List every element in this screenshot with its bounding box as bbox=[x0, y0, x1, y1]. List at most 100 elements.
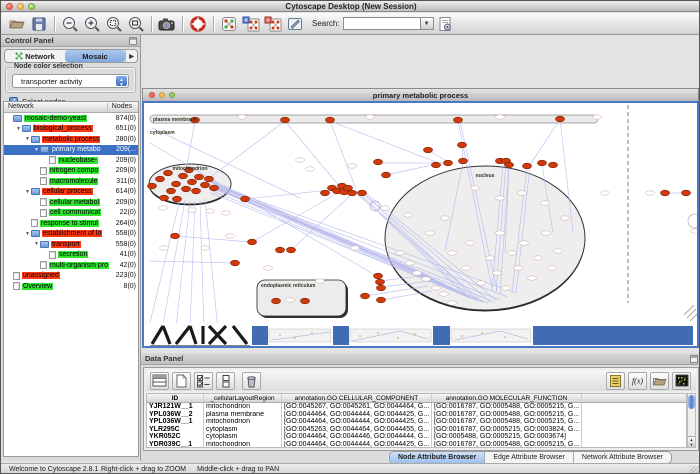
graph-node[interactable] bbox=[377, 285, 386, 291]
open-session-button[interactable] bbox=[7, 14, 27, 34]
column-header[interactable] bbox=[582, 394, 686, 402]
graph-node[interactable] bbox=[241, 196, 250, 202]
float-data-panel-icon[interactable] bbox=[690, 355, 698, 363]
graph-node[interactable] bbox=[424, 147, 433, 153]
graph-node[interactable] bbox=[682, 190, 691, 196]
column-header[interactable]: annotation.GO MOLECULAR_FUNCTION bbox=[432, 394, 582, 402]
resize-grip[interactable] bbox=[690, 466, 700, 474]
tab-mosaic[interactable]: Mosaic bbox=[65, 50, 125, 62]
network-canvas-svg[interactable]: plasma membranecytoplasmmitochondrionnuc… bbox=[144, 103, 697, 348]
attribute-table-button[interactable] bbox=[150, 372, 169, 390]
tree-row-biological-process[interactable]: ▼biological_process651(0) bbox=[4, 124, 138, 135]
graph-node[interactable] bbox=[556, 116, 565, 122]
tree-row-response-to-stimul[interactable]: response to stimul264(0) bbox=[4, 218, 138, 229]
tree-row-macromolecule[interactable]: macromolecule311(0) bbox=[4, 176, 138, 187]
table-scrollbar[interactable]: ▲▼ bbox=[687, 393, 696, 448]
tree-row-multi-organism-pro[interactable]: multi-organism pro42(0) bbox=[4, 260, 138, 271]
tree-row-nucleobase-[interactable]: nucleobase-209(0) bbox=[4, 155, 138, 166]
tree-col-nodes[interactable]: Nodes bbox=[107, 103, 132, 110]
tree-row-overview[interactable]: Overview8(0) bbox=[4, 281, 138, 292]
tree-col-network[interactable]: Network bbox=[8, 103, 34, 110]
search-dropdown-button[interactable]: ▼ bbox=[421, 17, 434, 30]
tab-edge-attribute-browser[interactable]: Edge Attribute Browser bbox=[485, 452, 574, 463]
graph-node[interactable] bbox=[454, 117, 463, 123]
tree-row-cellular-process[interactable]: ▼cellular process614(0) bbox=[4, 187, 138, 198]
zoom-in-button[interactable] bbox=[82, 14, 102, 34]
zoom-out-button[interactable] bbox=[60, 14, 80, 34]
scrollbar-thumb[interactable] bbox=[688, 395, 695, 409]
tree-row-primary-metabo[interactable]: ▼primary metabo209(... bbox=[4, 145, 138, 156]
scrollbar-arrows[interactable]: ▲▼ bbox=[688, 436, 695, 447]
tree-row-establishment-of-lo[interactable]: ▼establishment of lo558(0) bbox=[4, 229, 138, 240]
graph-node[interactable] bbox=[276, 247, 285, 253]
graph-node[interactable] bbox=[301, 298, 310, 304]
graph-node[interactable] bbox=[374, 159, 383, 165]
tree-header[interactable]: Network Nodes bbox=[4, 102, 138, 113]
window-titlebar[interactable]: Cytoscape Desktop (New Session) bbox=[1, 1, 700, 12]
column-header[interactable]: _cellularLayoutRegion bbox=[204, 394, 282, 402]
graph-node[interactable] bbox=[538, 160, 547, 166]
graph-node[interactable] bbox=[188, 179, 197, 185]
tree-row-cellular-metabol[interactable]: cellular metabol209(0) bbox=[4, 197, 138, 208]
expand-arrow-icon[interactable]: ▼ bbox=[15, 126, 22, 132]
graph-node[interactable] bbox=[210, 185, 219, 191]
notes-button[interactable] bbox=[606, 372, 625, 390]
expand-arrow-icon[interactable]: ▼ bbox=[33, 147, 40, 153]
tree-row-metabolic-process[interactable]: ▼metabolic process280(0) bbox=[4, 134, 138, 145]
annotations-button[interactable] bbox=[285, 14, 305, 34]
graph-node[interactable] bbox=[164, 170, 173, 176]
graph-node[interactable] bbox=[160, 195, 169, 201]
graph-node[interactable] bbox=[182, 186, 191, 192]
table-row[interactable]: YPL036W__1mitochondrion[GO:0044464, GO:0… bbox=[147, 418, 686, 426]
tab-network[interactable]: Network bbox=[5, 50, 65, 62]
expand-arrow-icon[interactable]: ▼ bbox=[24, 231, 31, 237]
table-row[interactable]: YDR039C__1mitochondrion[GO:0044464, GO:0… bbox=[147, 441, 686, 449]
tree-row-secretion[interactable]: secretion41(0) bbox=[4, 250, 138, 261]
graph-node[interactable] bbox=[179, 173, 188, 179]
delete-attribute-button[interactable] bbox=[242, 372, 261, 390]
graph-node[interactable] bbox=[287, 247, 296, 253]
graph-node[interactable] bbox=[281, 117, 290, 123]
graph-node[interactable] bbox=[321, 190, 330, 196]
graph-node[interactable] bbox=[192, 188, 201, 194]
snapshot-button[interactable] bbox=[157, 14, 177, 34]
tab-node-attribute-browser[interactable]: Node Attribute Browser bbox=[390, 452, 485, 463]
table-row[interactable]: YJR121W__1mitochondrion[GO:0045267, GO:0… bbox=[147, 403, 686, 411]
table-row[interactable]: YPL036W__2plasma membrane[GO:0044464, GO… bbox=[147, 411, 686, 419]
tree-row-transport[interactable]: ▼transport558(0) bbox=[4, 239, 138, 250]
table-row[interactable]: YLR295Ccytoplasm[GO:0045263, GO:0044464,… bbox=[147, 426, 686, 434]
graph-node[interactable] bbox=[326, 117, 335, 123]
graph-node[interactable] bbox=[171, 233, 180, 239]
graph-node[interactable] bbox=[376, 279, 385, 285]
save-session-button[interactable] bbox=[29, 14, 49, 34]
attribute-table[interactable]: ID_cellularLayoutRegionannotation.GO CEL… bbox=[146, 393, 687, 448]
tree-row-mosaic-demo-yeast[interactable]: mosaic-demo-yeast874(0) bbox=[4, 113, 138, 124]
graph-node[interactable] bbox=[172, 181, 181, 187]
column-header[interactable]: annotation.GO CELLULAR_COMPONENT bbox=[282, 394, 432, 402]
network-window-titlebar[interactable]: primary metabolic process bbox=[142, 88, 699, 101]
graph-node[interactable] bbox=[361, 293, 370, 299]
search-input[interactable] bbox=[343, 17, 421, 30]
tab-network-attribute-browser[interactable]: Network Attribute Browser bbox=[574, 452, 671, 463]
graph-node[interactable] bbox=[459, 158, 468, 164]
expand-arrow-icon[interactable]: ▼ bbox=[24, 136, 31, 142]
attribute-layout-button[interactable] bbox=[216, 372, 235, 390]
table-row[interactable]: YKR052Ccytoplasm[GO:0044464, GO:0044446,… bbox=[147, 433, 686, 441]
formula-button[interactable]: f(x) bbox=[628, 372, 647, 390]
graph-node[interactable] bbox=[358, 190, 367, 196]
select-attributes-button[interactable] bbox=[194, 372, 213, 390]
import-attributes-button[interactable] bbox=[650, 372, 669, 390]
tab-overflow-button[interactable]: ▶ bbox=[125, 50, 137, 62]
graph-node[interactable] bbox=[148, 183, 157, 189]
expand-arrow-icon[interactable]: ▼ bbox=[24, 189, 31, 195]
graph-node[interactable] bbox=[374, 273, 383, 279]
graph-node[interactable] bbox=[458, 142, 467, 148]
search-config-button[interactable] bbox=[435, 14, 455, 34]
graph-node[interactable] bbox=[505, 162, 514, 168]
new-attribute-button[interactable] bbox=[172, 372, 191, 390]
zoom-fit-button[interactable] bbox=[126, 14, 146, 34]
tree-row-unassigned[interactable]: unassigned223(0) bbox=[4, 271, 138, 282]
tree-row-cell-communicat[interactable]: cell communicat22(0) bbox=[4, 208, 138, 219]
column-header[interactable]: ID bbox=[147, 394, 204, 402]
help-button[interactable] bbox=[188, 14, 208, 34]
